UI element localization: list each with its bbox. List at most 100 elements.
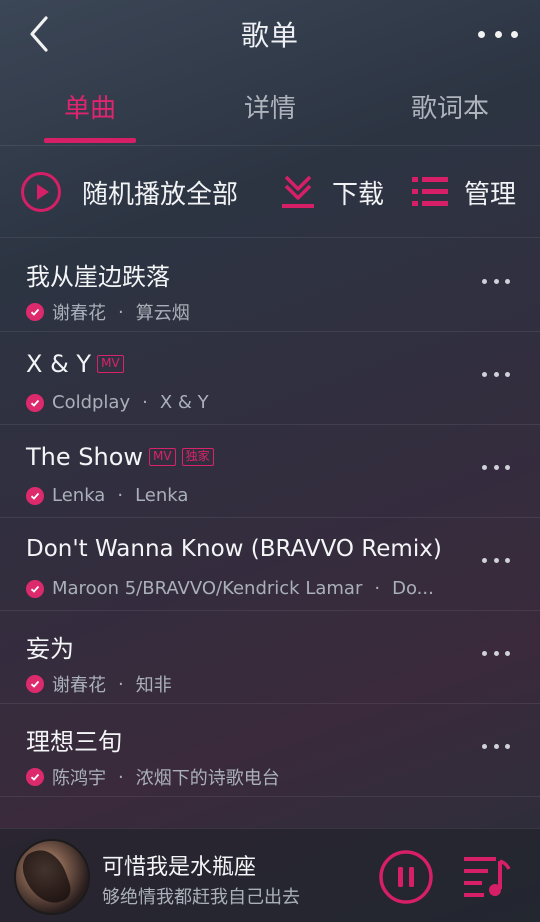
tab-songs[interactable]: 单曲 [20,88,160,125]
separator: · [374,578,381,599]
more-icon [482,744,487,749]
download-label: 下载 [332,179,385,210]
more-icon [482,558,487,563]
song-title-text: 理想三旬 [26,728,122,756]
song-album: 算云烟 [135,303,190,324]
more-icon-dot [505,465,510,470]
song-album: 知非 [135,675,172,696]
more-icon-dot [505,744,510,749]
separator: · [117,485,124,506]
song-more-button[interactable] [482,558,510,566]
mv-badge[interactable]: MV [149,448,176,466]
manage-list-icon [412,177,448,206]
separator: · [142,392,148,413]
song-more-button[interactable] [482,279,510,287]
cover-art-shape [17,843,75,911]
song-artist: 陈鸿宇 [52,768,106,789]
now-playing-bar[interactable]: 可惜我是水瓶座 够绝情我都赶我自己出去 [0,828,540,922]
mv-badge[interactable]: MV [97,355,124,373]
song-title: 我从崖边跌落 [26,257,170,292]
more-icon [478,30,485,38]
song-more-button[interactable] [482,744,510,752]
manage-button[interactable]: 管理 [410,146,516,238]
now-playing-lyric: 够绝情我都赶我自己出去 [102,887,300,908]
active-tab-indicator [44,138,136,143]
shuffle-play-all-label: 随机播放全部 [82,179,239,210]
song-row[interactable]: 我从崖边跌落 谢春花 · 算云烟 [0,239,540,332]
song-more-button[interactable] [482,465,510,473]
downloaded-check-icon [26,768,44,786]
song-title: 理想三旬 [26,722,122,757]
more-icon-dot [493,465,499,470]
downloaded-check-icon [26,675,44,693]
more-icon [482,651,487,656]
more-icon-dot [493,744,499,749]
album-cover[interactable] [14,839,90,915]
song-album: Do... [392,578,434,599]
downloaded-check-icon [26,393,44,412]
song-title-text: Don't Wanna Know (BRAVVO Remix) [26,536,442,562]
pause-button[interactable] [378,849,434,905]
song-row[interactable]: X & Y MV Coldplay · X & Y [0,332,540,425]
downloaded-check-icon [26,579,44,598]
download-button[interactable]: 下载 [278,146,384,238]
shuffle-play-all-button[interactable]: 随机播放全部 [20,146,238,238]
song-row[interactable]: 妄为 谢春花 · 知非 [0,611,540,704]
page-title: 歌单 [240,19,299,52]
more-icon [482,372,487,377]
download-icon [282,175,314,208]
song-artist: 谢春花 [52,675,106,696]
song-meta: 谢春花 · 算云烟 [26,299,466,325]
pause-icon [379,850,433,904]
tab-lyrics-book[interactable]: 歌词本 [380,88,520,125]
song-title-text: X & Y [26,350,92,378]
more-icon-dot [494,30,502,38]
song-row[interactable]: The Show MV 独家 Lenka · Lenka [0,425,540,518]
more-button[interactable] [478,22,518,46]
separator: · [118,301,124,323]
song-title-text: 妄为 [26,635,74,663]
separator: · [118,673,124,695]
more-icon-dot [505,651,510,656]
manage-label: 管理 [464,179,517,210]
song-artist: Lenka [52,485,106,506]
tab-details[interactable]: 详情 [200,88,340,125]
song-title: 妄为 [26,629,74,664]
song-album: X & Y [159,392,209,413]
more-icon-dot [505,558,510,563]
more-icon-dot [505,279,510,284]
song-row[interactable]: 理想三旬 陈鸿宇 · 浓烟下的诗歌电台 [0,704,540,797]
separator: · [118,766,124,788]
more-icon [482,279,487,284]
song-row[interactable]: Don't Wanna Know (BRAVVO Remix) Maroon 5… [0,518,540,611]
song-more-button[interactable] [482,372,510,380]
more-icon-dot [493,372,499,377]
song-album: 浓烟下的诗歌电台 [135,768,280,789]
song-title-text: The Show [26,443,144,471]
song-more-button[interactable] [482,651,510,659]
song-title: X & Y MV [26,350,124,378]
song-title: The Show MV 独家 [26,443,214,471]
action-bar: 随机播放全部 下载 管理 [0,146,540,238]
song-meta: Lenka · Lenka [26,485,466,506]
song-meta: Maroon 5/BRAVVO/Kendrick Lamar · Do... [26,578,466,599]
song-album: Lenka [135,485,189,506]
song-meta: Coldplay · X & Y [26,392,466,413]
song-title: Don't Wanna Know (BRAVVO Remix) [26,536,442,562]
song-artist: Maroon 5/BRAVVO/Kendrick Lamar [52,578,363,599]
exclusive-badge: 独家 [181,448,214,466]
more-icon-dot [505,372,510,377]
playlist-queue-icon [464,857,511,897]
playlist-queue-button[interactable] [462,853,512,901]
more-icon-dot [511,30,518,38]
song-artist: 谢春花 [52,303,106,324]
more-icon-dot [493,651,499,656]
song-meta: 谢春花 · 知非 [26,671,466,697]
more-icon-dot [493,279,499,284]
downloaded-check-icon [26,486,44,505]
top-bar: 歌单 [0,0,540,70]
song-title-text: 我从崖边跌落 [26,263,170,291]
song-artist: Coldplay [52,392,131,413]
more-icon [482,465,487,470]
play-circle-icon [21,172,61,212]
